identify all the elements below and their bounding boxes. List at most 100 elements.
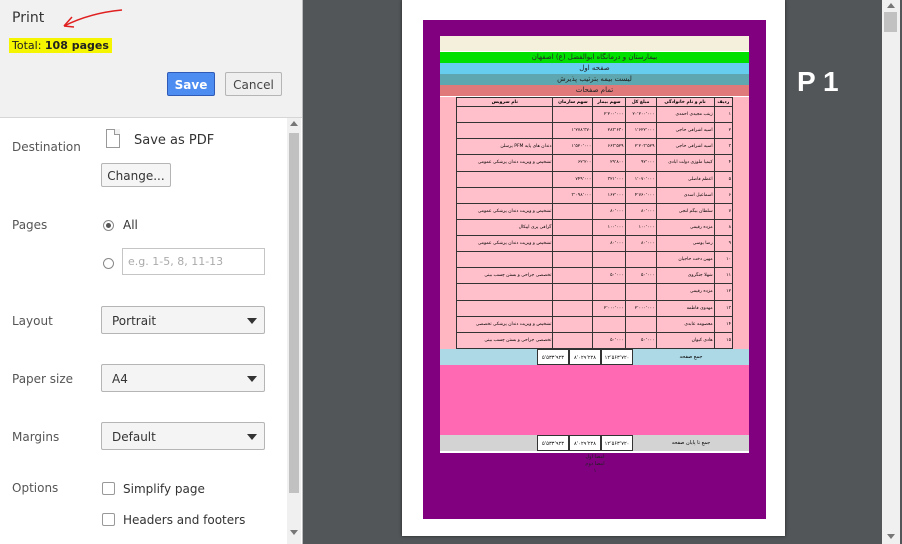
table-cell: اسیه اشرافی حاجی bbox=[655, 138, 715, 156]
table-header-cell: مبلغ کل bbox=[624, 97, 657, 107]
table-cell: رضا یوسی bbox=[655, 234, 715, 253]
table-cell: ۴٬۷۶۰٬۰۰۰ bbox=[624, 186, 657, 204]
grand-sum-row: ۵٬۵۳۳٬۹۲۳ ۸٬۰۲۹٬۲۲۸ ۱۲٬۵۶۳٬۷۲۰ جمع تا پا… bbox=[440, 435, 749, 451]
table-cell: ۱ bbox=[713, 105, 734, 124]
table-header-cell: سهم بیمار bbox=[592, 97, 626, 107]
table-cell: اعظم فاضلی bbox=[655, 170, 715, 188]
table-cell: مهین دخت حاجیان bbox=[655, 251, 715, 269]
table-row: ۱۵ هادی کیوان ۵۰٬۰۰۰ ۵۰٬۰۰۰ تخصصی جراحی و بس… bbox=[455, 331, 734, 350]
table-cell: ۱۴ bbox=[713, 315, 734, 333]
page-sum-total: ۱۲٬۵۶۳٬۷۲۰ bbox=[601, 349, 633, 365]
table-cell: ۵۰٬۰۰۰ bbox=[592, 331, 626, 350]
table-cell bbox=[592, 315, 626, 333]
table-cell: ۱۶۲٬۰۰۰ bbox=[592, 186, 626, 204]
table-cell: ۵۰٬۰۰۰ bbox=[624, 267, 657, 285]
table-cell: ۸۰٬۰۰۰ bbox=[624, 202, 657, 220]
page-sum-spacer bbox=[440, 349, 537, 365]
preview-pink-block bbox=[440, 365, 749, 435]
table-cell: ۳٬۰۹۸٬۰۰۰ bbox=[552, 186, 594, 204]
table-row: ۷ سلطان بیگم لنجی ۸۰٬۰۰۰ ۸۰٬۰۰۰ تشخیص و ویزی… bbox=[455, 202, 734, 220]
table-cell: شهلا جنگروی bbox=[655, 267, 715, 285]
table-row: ۱۳ مهدوی فاطمه ۲٬۰۰۰٬۰۰۰ ۲٬۰۰۰٬۰۰۰ bbox=[455, 299, 734, 317]
table-cell: ۱٬۶۲۲٬۰۰۰ bbox=[624, 122, 657, 140]
footer-line-3: ۱ bbox=[593, 468, 597, 474]
table-cell: ۲٬۰۰۰٬۰۰۰ bbox=[592, 299, 626, 317]
table-row: ۳ اسیه اشرافی حاجی ۲٬۲۰۳٬۵۲۹ ۶۶۳٬۵۲۹ ۱٬۵۲۰٬۰… bbox=[455, 138, 734, 156]
table-row: ۱۰ مهین دخت حاجیان bbox=[455, 251, 734, 269]
table-cell: تشخیص و ویزیت دندان پزشکی عمومی bbox=[455, 202, 554, 220]
table-cell: مژده رقیمی bbox=[655, 283, 715, 301]
table-cell bbox=[552, 299, 594, 317]
table-cell: تخصصی جراحی و بستن چسب بینی bbox=[455, 267, 554, 285]
table-row: ۶ اسماعیل اسدی ۴٬۷۶۰٬۰۰۰ ۱۶۲٬۰۰۰ ۳٬۰۹۸٬۰۰۰ bbox=[455, 186, 734, 204]
table-cell: ۲٬۲۰۳٬۵۲۹ bbox=[624, 138, 657, 156]
table-cell bbox=[455, 186, 554, 204]
table-cell: ۷ bbox=[713, 202, 734, 220]
table-header-cell: ردیف bbox=[713, 97, 734, 107]
table-cell: ۱۰۰٬۰۰۰ bbox=[624, 218, 657, 237]
table-cell: ۵ bbox=[713, 170, 734, 188]
table-cell: ۹ bbox=[713, 234, 734, 253]
page-sum-row: ۵٬۵۳۳٬۹۲۳ ۸٬۰۲۹٬۲۲۸ ۱۲٬۵۶۳٬۷۲۰ جمع صفحه bbox=[440, 349, 749, 365]
preview-scroll-down-icon[interactable] bbox=[887, 534, 895, 539]
table-cell bbox=[455, 170, 554, 188]
table-cell bbox=[455, 299, 554, 317]
table-row: ۴ کیمیا ملوزی دولت ابادی ۹۲٬۰۰۰ ۲۹٬۸۰۰ ۶۲٬۲۰… bbox=[455, 154, 734, 172]
footer-line-1: امضا اول bbox=[585, 454, 605, 460]
table-row: ۱ زینب مجیدی احمدی ۲۰٬۲۰۰٬۰۰۰ ۲٬۲۰۰٬۰۰۰ bbox=[455, 105, 734, 124]
table-cell: تشخیص و ویزیت دندان پزشکی تخصصی bbox=[455, 315, 554, 333]
preview-scroll-up-icon[interactable] bbox=[887, 3, 895, 8]
preview-table: ردیف نام و نام خانوادگی مبلغ کل سهم بیمار سه… bbox=[455, 97, 734, 350]
table-cell bbox=[455, 105, 554, 124]
table-cell: تشخیص و ویزیت دندان پزشکی عمومی bbox=[455, 234, 554, 253]
preview-scroll-thumb[interactable] bbox=[884, 12, 897, 32]
page-sum-org: ۵٬۵۳۳٬۹۲۳ bbox=[537, 349, 569, 365]
table-cell: ۸۰٬۰۰۰ bbox=[592, 234, 626, 253]
table-cell: ۷۴۹٬۰۰۰ bbox=[552, 170, 594, 188]
table-cell: ۸۰٬۰۰۰ bbox=[624, 234, 657, 253]
table-cell bbox=[552, 267, 594, 285]
table-cell: تخصصی جراحی و بستن چسب بینی bbox=[455, 331, 554, 350]
table-cell bbox=[552, 105, 594, 124]
grand-sum-patient: ۸٬۰۲۹٬۲۲۸ bbox=[569, 435, 601, 451]
preview-band-list: لیست بیمه بترتیب پذیرش bbox=[440, 74, 749, 85]
page-marker: P 1 bbox=[797, 66, 839, 97]
table-cell: ۱۵ bbox=[713, 331, 734, 350]
table-cell: اسیه اشرافی حاجی bbox=[655, 122, 715, 140]
table-cell bbox=[624, 251, 657, 269]
table-cell: ۸ bbox=[713, 218, 734, 237]
table-cell bbox=[455, 283, 554, 301]
table-row: ۲ اسیه اشرافی حاجی ۱٬۶۲۲٬۰۰۰ ۲۸۳٬۶۳۰ ۱٬۲۷۸٬۳… bbox=[455, 122, 734, 140]
table-cell: ۶۲٬۲۰۰ bbox=[552, 154, 594, 172]
table-cell bbox=[552, 331, 594, 350]
table-cell: ۳۲۱٬۰۰۰ bbox=[592, 170, 626, 188]
table-row: ۱۲ مژده رقیمی bbox=[455, 283, 734, 301]
table-cell: ۲ bbox=[713, 122, 734, 140]
table-cell bbox=[592, 251, 626, 269]
table-cell bbox=[552, 234, 594, 253]
table-row: ۹ رضا یوسی ۸۰٬۰۰۰ ۸۰٬۰۰۰ تشخیص و ویزیت دندان… bbox=[455, 234, 734, 253]
table-cell: دندان های پایه PFM پرسلن bbox=[455, 138, 554, 156]
grand-sum-label: جمع تا پایان صفحه bbox=[633, 435, 749, 451]
table-cell bbox=[592, 283, 626, 301]
table-cell: ۱۱ bbox=[713, 267, 734, 285]
table-cell: ۱۲ bbox=[713, 283, 734, 301]
table-cell: ۳ bbox=[713, 138, 734, 156]
grand-sum-org: ۵٬۵۳۳٬۹۲۳ bbox=[537, 435, 569, 451]
table-row: ۱۴ معصومه عابدی تشخیص و ویزیت دندان پزشکی … bbox=[455, 315, 734, 333]
preview-top-strip bbox=[440, 36, 749, 51]
table-cell bbox=[552, 251, 594, 269]
table-cell: معصومه عابدی bbox=[655, 315, 715, 333]
table-row: ۸ مژده رقیمی ۱۰۰٬۰۰۰ ۱۰۰٬۰۰۰ گرافی پری اپیکا… bbox=[455, 218, 734, 237]
table-cell: مژده رقیمی bbox=[655, 218, 715, 237]
table-cell: زینب مجیدی احمدی bbox=[655, 105, 715, 124]
preview-band-page: صفحه اول bbox=[440, 63, 749, 74]
page-sum-label: جمع صفحه bbox=[633, 349, 749, 365]
preview-scrollbar[interactable] bbox=[882, 0, 900, 544]
table-cell bbox=[624, 283, 657, 301]
table-cell bbox=[552, 283, 594, 301]
table-cell: ۱٬۰۷۰٬۰۰۰ bbox=[624, 170, 657, 188]
table-cell: کیمیا ملوزی دولت ابادی bbox=[655, 154, 715, 172]
table-cell bbox=[455, 251, 554, 269]
table-cell bbox=[624, 315, 657, 333]
